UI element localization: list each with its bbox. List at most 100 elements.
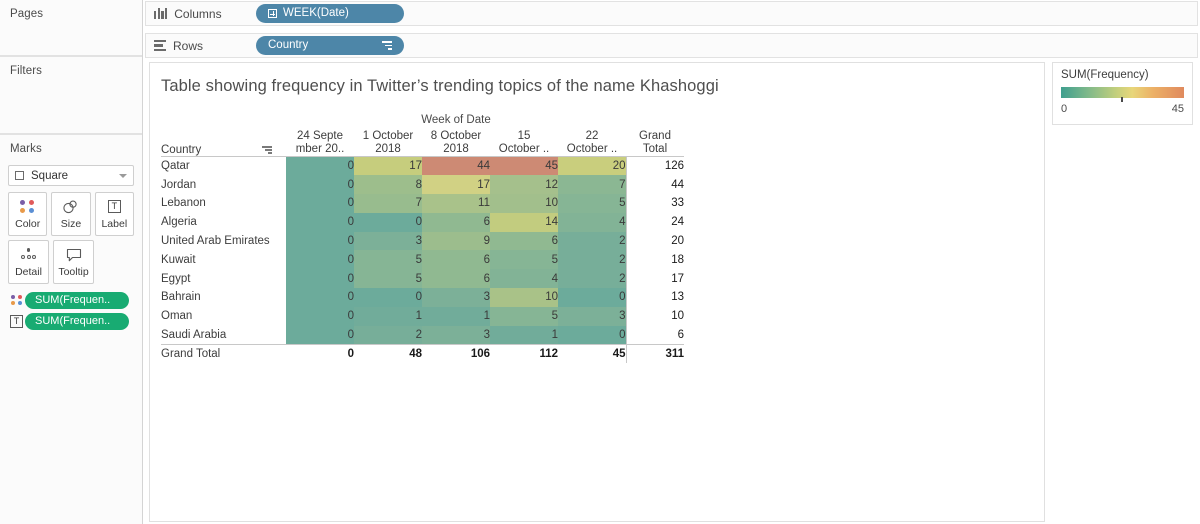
marks-tooltip-button[interactable]: Tooltip: [53, 240, 94, 284]
columns-pill-week-date[interactable]: WEEK(Date): [256, 4, 404, 23]
column-header[interactable]: 24 Septe mber 20..: [286, 130, 354, 156]
heatmap-cell[interactable]: 0: [558, 288, 626, 307]
marks-color-button[interactable]: Color: [8, 192, 48, 236]
heatmap-cell[interactable]: 6: [422, 212, 490, 232]
heatmap-cell[interactable]: 5: [354, 269, 422, 289]
heatmap-cell[interactable]: 0: [286, 175, 354, 195]
columns-shelf[interactable]: Columns WEEK(Date): [145, 1, 1198, 26]
column-header[interactable]: 22 October ..: [558, 130, 626, 156]
heatmap-cell[interactable]: 1: [354, 306, 422, 326]
grand-total-cell[interactable]: 112: [490, 343, 558, 364]
row-grand-total[interactable]: 6: [625, 325, 684, 345]
color-legend[interactable]: SUM(Frequency) 0 45: [1052, 62, 1193, 125]
row-grand-total[interactable]: 10: [625, 306, 684, 326]
grand-total-cell[interactable]: 0: [286, 343, 354, 364]
marks-label-button[interactable]: T Label: [94, 192, 134, 236]
heatmap-cell[interactable]: 10: [490, 194, 558, 213]
row-label[interactable]: Jordan: [161, 175, 286, 194]
row-grand-total[interactable]: 17: [625, 269, 684, 289]
row-grand-total[interactable]: 13: [625, 288, 684, 307]
legend-gradient-bar[interactable]: [1061, 87, 1184, 102]
grand-total-cell[interactable]: 106: [422, 343, 490, 364]
heatmap-cell[interactable]: 0: [286, 250, 354, 270]
heatmap-cell[interactable]: 0: [286, 194, 354, 213]
heatmap-cell[interactable]: 3: [354, 231, 422, 251]
heatmap-cell[interactable]: 6: [422, 250, 490, 270]
column-header[interactable]: 1 October 2018: [354, 130, 422, 156]
heatmap-cell[interactable]: 0: [286, 325, 354, 345]
heatmap-cell[interactable]: 10: [490, 288, 558, 307]
row-label[interactable]: Qatar: [161, 157, 286, 176]
heatmap-cell[interactable]: 44: [422, 156, 490, 176]
expand-plus-icon[interactable]: [268, 9, 277, 18]
heatmap-cell[interactable]: 9: [422, 231, 490, 251]
heatmap-cell[interactable]: 4: [558, 212, 626, 232]
column-header[interactable]: 8 October 2018: [422, 130, 490, 156]
mark-type-dropdown[interactable]: Square: [8, 165, 134, 186]
heatmap-cell[interactable]: 0: [286, 306, 354, 326]
row-label[interactable]: United Arab Emirates: [161, 232, 286, 251]
row-grand-total[interactable]: 33: [625, 194, 684, 213]
heatmap-cell[interactable]: 0: [286, 288, 354, 307]
heatmap-cell[interactable]: 20: [558, 156, 626, 176]
heatmap-cell[interactable]: 3: [422, 325, 490, 345]
heatmap-cell[interactable]: 0: [286, 231, 354, 251]
heatmap-cell[interactable]: 0: [558, 325, 626, 345]
heatmap-cell[interactable]: 45: [490, 156, 558, 176]
row-label[interactable]: Egypt: [161, 269, 286, 288]
heatmap-cell[interactable]: 14: [490, 212, 558, 232]
heatmap-cell[interactable]: 0: [286, 156, 354, 176]
heatmap-cell[interactable]: 2: [558, 231, 626, 251]
heatmap-cell[interactable]: 3: [422, 288, 490, 307]
heatmap-cell[interactable]: 17: [354, 156, 422, 176]
heatmap-cell[interactable]: 0: [286, 212, 354, 232]
column-header[interactable]: 15 October ..: [490, 130, 558, 156]
heatmap-cell[interactable]: 2: [558, 269, 626, 289]
heatmap-cell[interactable]: 3: [558, 306, 626, 326]
row-label[interactable]: Kuwait: [161, 250, 286, 269]
grand-total-cell[interactable]: 45: [558, 343, 626, 364]
heatmap-cell[interactable]: 8: [354, 175, 422, 195]
heatmap-cell[interactable]: 12: [490, 175, 558, 195]
row-label[interactable]: Algeria: [161, 213, 286, 232]
marks-pill-label[interactable]: T SUM(Frequen..: [8, 313, 142, 330]
heatmap-cell[interactable]: 2: [354, 325, 422, 345]
rows-shelf[interactable]: Rows Country: [145, 33, 1198, 58]
heatmap-cell[interactable]: 5: [558, 194, 626, 213]
row-grand-total[interactable]: 126: [625, 156, 684, 176]
sort-descending-icon[interactable]: [382, 41, 392, 50]
marks-pill-color[interactable]: SUM(Frequen..: [8, 292, 142, 309]
heatmap-cell[interactable]: 1: [422, 306, 490, 326]
heatmap-cell[interactable]: 11: [422, 194, 490, 213]
filters-card[interactable]: Filters: [0, 56, 142, 134]
row-header-country[interactable]: Country: [161, 130, 286, 156]
row-label[interactable]: Oman: [161, 307, 286, 326]
heatmap-cell[interactable]: 7: [558, 175, 626, 195]
heatmap-cell[interactable]: 5: [490, 306, 558, 326]
row-label[interactable]: Bahrain: [161, 288, 286, 307]
heatmap-cell[interactable]: 5: [354, 250, 422, 270]
heatmap-cell[interactable]: 7: [354, 194, 422, 213]
heatmap-cell[interactable]: 0: [354, 288, 422, 307]
row-label[interactable]: Saudi Arabia: [161, 326, 286, 345]
heatmap-cell[interactable]: 17: [422, 175, 490, 195]
marks-size-button[interactable]: Size: [51, 192, 91, 236]
row-grand-total[interactable]: 18: [625, 250, 684, 270]
heatmap-cell[interactable]: 6: [422, 269, 490, 289]
row-label[interactable]: Lebanon: [161, 194, 286, 213]
grand-total-overall[interactable]: 311: [625, 343, 684, 364]
heatmap-cell[interactable]: 5: [490, 250, 558, 270]
row-grand-total[interactable]: 44: [625, 175, 684, 195]
column-header[interactable]: Grand Total: [626, 130, 684, 156]
grand-total-cell[interactable]: 48: [354, 343, 422, 364]
row-grand-total[interactable]: 24: [625, 212, 684, 232]
row-grand-total[interactable]: 20: [625, 231, 684, 251]
heatmap-cell[interactable]: 2: [558, 250, 626, 270]
heatmap-cell[interactable]: 1: [490, 325, 558, 345]
rows-pill-country[interactable]: Country: [256, 36, 404, 55]
marks-detail-button[interactable]: Detail: [8, 240, 49, 284]
sort-descending-icon[interactable]: [262, 145, 272, 155]
pages-card[interactable]: Pages: [0, 0, 142, 56]
heatmap-cell[interactable]: 6: [490, 231, 558, 251]
heatmap-cell[interactable]: 4: [490, 269, 558, 289]
